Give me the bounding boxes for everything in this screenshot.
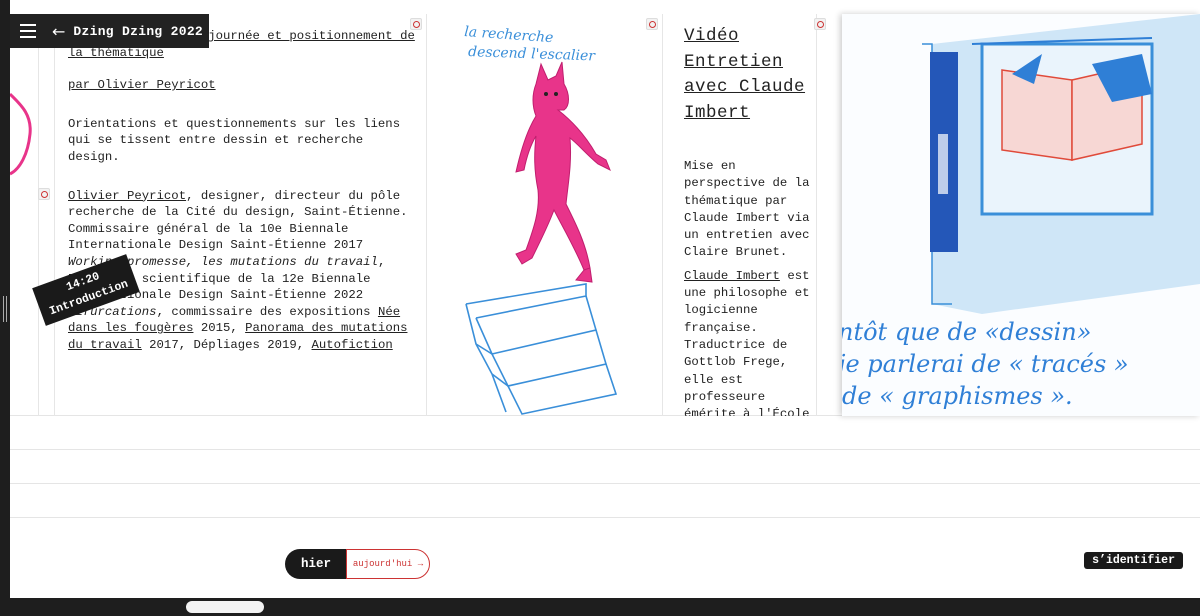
card-byline[interactable]: par Olivier Peyricot <box>68 77 418 94</box>
video-title-line: Entretien <box>684 51 784 72</box>
drawing-caption: descend l'escalier <box>468 44 597 64</box>
video-title-line: avec Claude <box>684 77 806 97</box>
session-row: Présentation de la journée et positionne… <box>10 14 1200 416</box>
today-button[interactable]: aujourd'hui → <box>346 549 430 579</box>
row-divider <box>10 517 1200 518</box>
login-button[interactable]: s’identifier <box>1084 552 1183 569</box>
arrow-left-icon[interactable]: ← <box>52 22 65 41</box>
bio-link[interactable]: Autofiction <box>312 338 393 352</box>
horizontal-scrollbar-thumb[interactable] <box>186 601 264 613</box>
drawing-text-line: ntôt que de «dessin» <box>842 318 1091 346</box>
video-desc: Mise en perspective de la thématique par… <box>684 159 810 260</box>
column-divider <box>54 14 55 416</box>
card-intro: Orientations et questionnements sur les … <box>68 116 401 164</box>
person-desc: est une philosophe et logicienne françai… <box>684 268 810 416</box>
large-drawing-card[interactable]: ntôt que de «dessin» je parlerai de « tr… <box>842 14 1200 416</box>
board-canvas: Présentation de la journée et positionne… <box>10 0 1200 598</box>
video-title-line: Vidéo <box>684 26 740 46</box>
bio-name-link[interactable]: Olivier Peyricot <box>68 189 186 203</box>
card-link-icon[interactable] <box>38 188 50 200</box>
page-title[interactable]: Dzing Dzing 2022 <box>73 24 203 39</box>
drawing-text-line: de « graphismes ». <box>842 382 1073 410</box>
bio-text: 2017, Dépliages 2019, <box>141 337 312 352</box>
day-toggle: hier aujourd'hui → <box>285 549 430 579</box>
hamburger-icon[interactable] <box>10 14 46 48</box>
column-divider <box>38 14 39 416</box>
video-card[interactable]: Vidéo Entretien avec Claude Imbert Mise … <box>674 24 824 416</box>
video-title-line: Imbert <box>684 102 751 123</box>
column-divider <box>426 14 427 416</box>
yesterday-button[interactable]: hier <box>285 549 347 579</box>
person-link[interactable]: Claude Imbert <box>684 269 780 283</box>
text-card: Présentation de la journée et positionne… <box>68 28 418 414</box>
drawing-caption: la recherche <box>464 24 554 46</box>
row-divider <box>10 483 1200 484</box>
person-bio: Claude Imbert est une philosophe et logi… <box>684 268 824 416</box>
video-description: Mise en perspective de la thématique par… <box>674 158 824 416</box>
top-bar: ← Dzing Dzing 2022 <box>10 14 209 48</box>
drawing-text-line: je parlerai de « tracés » <box>842 350 1129 378</box>
thumbnail-drawing[interactable] <box>10 74 38 176</box>
video-title[interactable]: Vidéo Entretien avec Claude Imbert <box>674 24 824 126</box>
drawing-card[interactable]: la recherche descend l'escalier <box>436 14 672 416</box>
row-divider <box>10 449 1200 450</box>
bio-text: , commissaire des expositions <box>156 304 378 319</box>
resize-handle[interactable] <box>3 296 7 322</box>
bio-text: 2015, <box>193 321 246 336</box>
